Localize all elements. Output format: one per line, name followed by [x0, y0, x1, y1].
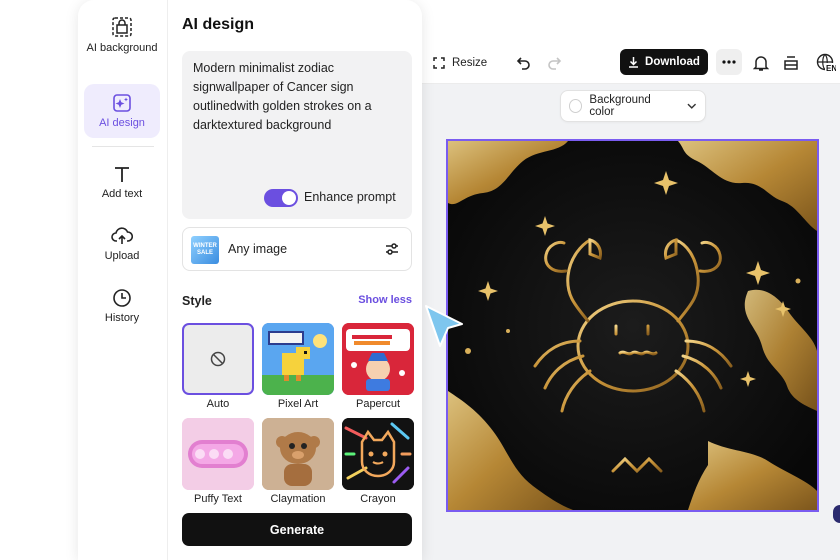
- pointer-cursor-icon: [425, 305, 463, 347]
- crayon-thumbnail: [342, 418, 414, 490]
- undo-icon: [516, 57, 530, 70]
- redo-button[interactable]: [538, 50, 570, 76]
- notifications-button[interactable]: [750, 50, 772, 76]
- ai-background-icon: [112, 17, 132, 37]
- sidebar-rail: AI background AI design Add text Upload …: [78, 0, 168, 560]
- ban-icon: [210, 351, 226, 367]
- resize-icon: [433, 57, 445, 69]
- color-swatch-icon: [569, 99, 583, 113]
- resize-button[interactable]: Resize: [424, 50, 495, 76]
- panel-title: AI design: [182, 16, 255, 33]
- prompt-text[interactable]: Modern minimalist zodiac signwallpaper o…: [193, 59, 403, 135]
- sidebar-item-label: Add text: [101, 188, 143, 200]
- undo-button[interactable]: [508, 50, 540, 76]
- puffy-text-thumbnail: [182, 418, 254, 490]
- sidebar-item-label: AI background: [86, 42, 158, 54]
- style-label: Papercut: [355, 398, 401, 410]
- sidebar-item-label: History: [104, 312, 140, 324]
- style-label: Crayon: [360, 493, 396, 505]
- bell-icon: [753, 55, 769, 71]
- show-less-link[interactable]: Show less: [358, 294, 412, 306]
- style-thumb-puffy-text: [182, 418, 254, 490]
- style-heading: Style: [182, 294, 212, 308]
- more-button[interactable]: [716, 49, 742, 75]
- cancer-zodiac-image: [448, 141, 817, 510]
- reference-image-selector[interactable]: WINTER SALE Any image: [182, 227, 412, 271]
- sidebar-item-history[interactable]: History: [84, 282, 160, 331]
- style-card-auto[interactable]: Auto: [182, 323, 254, 410]
- style-label: Claymation: [270, 493, 326, 505]
- upload-icon: [111, 227, 133, 244]
- sidebar-item-label: AI design: [99, 117, 145, 129]
- style-label: Auto: [206, 398, 230, 410]
- style-label: Pixel Art: [277, 398, 319, 410]
- resize-label: Resize: [452, 57, 488, 69]
- layers-button[interactable]: [780, 50, 802, 76]
- history-icon: [113, 289, 131, 307]
- download-label: Download: [645, 56, 700, 68]
- help-button[interactable]: [833, 505, 840, 523]
- more-icon: [722, 60, 736, 64]
- papercut-thumbnail: [342, 323, 414, 395]
- reference-label: Any image: [228, 242, 288, 256]
- settings-sliders-icon[interactable]: [385, 241, 399, 257]
- style-card-papercut[interactable]: Papercut: [342, 323, 414, 410]
- text-icon: [115, 167, 129, 182]
- reference-thumbnail: WINTER SALE: [191, 236, 219, 264]
- claymation-thumbnail: [262, 418, 334, 490]
- sidebar-item-add-text[interactable]: Add text: [84, 158, 160, 207]
- sidebar-item-ai-background[interactable]: AI background: [84, 10, 160, 61]
- style-card-claymation[interactable]: Claymation: [262, 418, 334, 505]
- sidebar-divider: [92, 146, 154, 147]
- style-card-crayon[interactable]: Crayon: [342, 418, 414, 505]
- sidebar-item-upload[interactable]: Upload: [84, 220, 160, 269]
- lang-label: EN: [826, 64, 836, 73]
- background-color-label: Background color: [589, 94, 651, 118]
- background-color-button[interactable]: Background color: [560, 90, 706, 122]
- style-card-puffy-text[interactable]: Puffy Text: [182, 418, 254, 505]
- chevron-down-icon: [687, 103, 697, 109]
- style-label: Puffy Text: [194, 493, 242, 505]
- pixel-art-thumbnail: [262, 323, 334, 395]
- redo-icon: [548, 57, 562, 70]
- prompt-field[interactable]: Modern minimalist zodiac signwallpaper o…: [182, 51, 412, 219]
- download-button[interactable]: Download: [620, 49, 708, 75]
- download-icon: [629, 57, 639, 68]
- left-panel: AI background AI design Add text Upload …: [78, 0, 463, 560]
- generate-button[interactable]: Generate: [182, 513, 412, 546]
- style-thumb-papercut: [342, 323, 414, 395]
- stack-icon: [784, 56, 798, 70]
- enhance-prompt-label: Enhance prompt: [304, 190, 396, 204]
- style-card-pixel-art[interactable]: Pixel Art: [262, 323, 334, 410]
- ai-design-icon: [113, 94, 131, 112]
- style-thumb-claymation: [262, 418, 334, 490]
- sidebar-item-ai-design[interactable]: AI design: [84, 84, 160, 138]
- style-thumb-pixel-art: [262, 323, 334, 395]
- top-toolbar: Resize Download EN: [420, 42, 840, 84]
- artboard[interactable]: [446, 139, 819, 512]
- language-button[interactable]: EN: [812, 50, 840, 76]
- globe-icon: EN: [816, 53, 836, 73]
- style-thumb-crayon: [342, 418, 414, 490]
- style-thumb-auto: [182, 323, 254, 395]
- sidebar-item-label: Upload: [104, 250, 140, 262]
- enhance-prompt-toggle[interactable]: [264, 189, 298, 207]
